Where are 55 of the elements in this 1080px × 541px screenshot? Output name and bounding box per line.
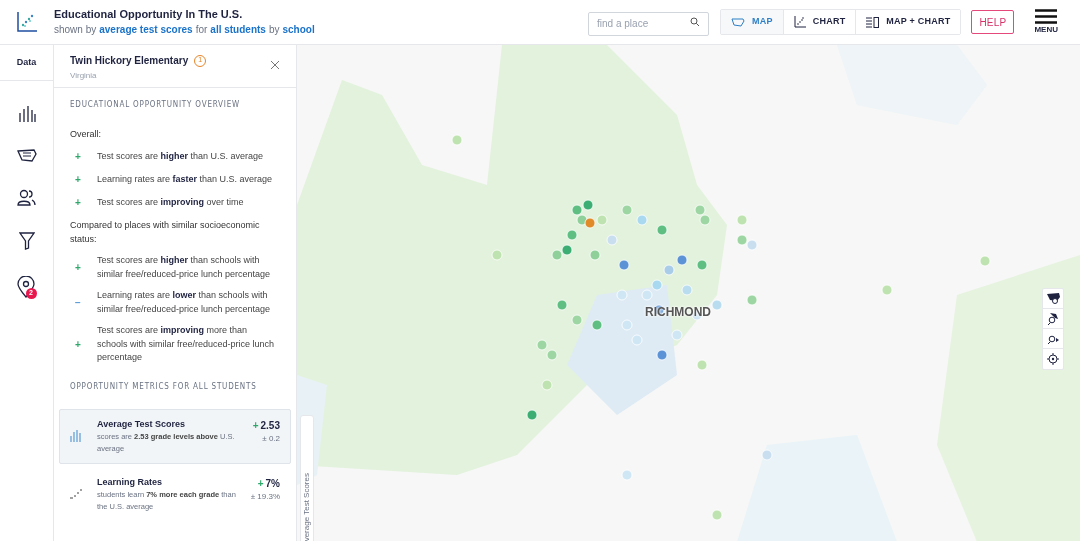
overview-statement: Test scores are improving more than schools with similar free/reduced-price lunch percentage	[97, 324, 276, 364]
bar-chart-icon	[70, 430, 82, 442]
split-view-icon	[866, 16, 880, 28]
help-button[interactable]: HELP	[971, 10, 1015, 34]
subtitle-link[interactable]: all students	[210, 23, 266, 37]
metric-value: 7%	[265, 476, 280, 491]
scatter-chart-icon	[793, 16, 806, 28]
search-icon[interactable]	[690, 17, 701, 27]
search-field[interactable]: find a place	[588, 11, 710, 36]
city-label: RICHMOND	[645, 304, 711, 321]
menu-button[interactable]: MENU	[1034, 9, 1058, 35]
margin-of-error: ± 19.3%	[250, 490, 280, 502]
data-tab[interactable]: Data	[16, 55, 37, 70]
section-heading: EDUCATIONAL OPPORTUNITY OVERVIEW	[70, 99, 241, 111]
overview-statement: Learning rates are faster than U.S. average	[97, 172, 273, 186]
us-map-icon	[731, 17, 746, 27]
bar-chart-icon[interactable]	[17, 105, 36, 123]
group-label: Overall:	[70, 128, 102, 141]
plus-sign: +	[74, 173, 82, 187]
plus-sign: +	[257, 476, 264, 491]
metric-title: Learning Rates	[97, 475, 164, 489]
overview-statement: Test scores are higher than schools with similar free/reduced-price lunch percentage	[97, 254, 272, 281]
filter-icon[interactable]	[18, 232, 35, 250]
subtitle-text: by	[268, 23, 280, 37]
plus-sign: +	[74, 261, 82, 275]
people-icon[interactable]	[17, 189, 36, 206]
subtitle-link[interactable]: average test scores	[99, 23, 193, 37]
view-tab[interactable]: MAP	[721, 10, 783, 34]
menu-icon[interactable]	[1035, 9, 1058, 24]
view-tab[interactable]: MAP + CHART	[855, 10, 961, 34]
plus-sign: +	[252, 418, 259, 433]
plus-sign: +	[74, 337, 82, 352]
side-tab[interactable]: verage Test Scores	[300, 415, 314, 541]
subtitle-text: shown by	[54, 23, 97, 37]
overview-statement: Test scores are improving over time	[97, 195, 244, 209]
state-label: Virginia	[70, 70, 98, 82]
minus-sign: −	[74, 296, 82, 310]
subtitle-text: for	[195, 23, 208, 37]
location-pin-icon[interactable]	[16, 276, 35, 298]
overview-statement: Test scores are higher than U.S. average	[97, 149, 264, 163]
dashed-steps-icon	[70, 489, 82, 499]
us-map-icon[interactable]	[16, 149, 37, 163]
plus-sign: +	[74, 150, 82, 164]
margin-of-error: ± 0.2	[262, 432, 280, 444]
app-title: Educational Opportunity In The U.S.	[54, 7, 244, 21]
metric-value: 2.53	[260, 418, 280, 433]
chart-logo-icon[interactable]	[16, 11, 38, 33]
metric-title: Average Test Scores	[97, 417, 187, 431]
school-name: Twin Hickory Elementary	[70, 54, 189, 68]
overview-statement: Learning rates are lower than schools with similar free/reduced-price lunch percentage	[97, 289, 272, 316]
group-label: Compared to places with similar socioeconomic status:	[70, 219, 261, 246]
subtitle-link[interactable]: school	[282, 23, 315, 37]
close-icon[interactable]	[270, 60, 280, 70]
section-heading: OPPORTUNITY METRICS FOR ALL STUDENTS	[70, 380, 258, 393]
plus-sign: +	[74, 196, 82, 210]
